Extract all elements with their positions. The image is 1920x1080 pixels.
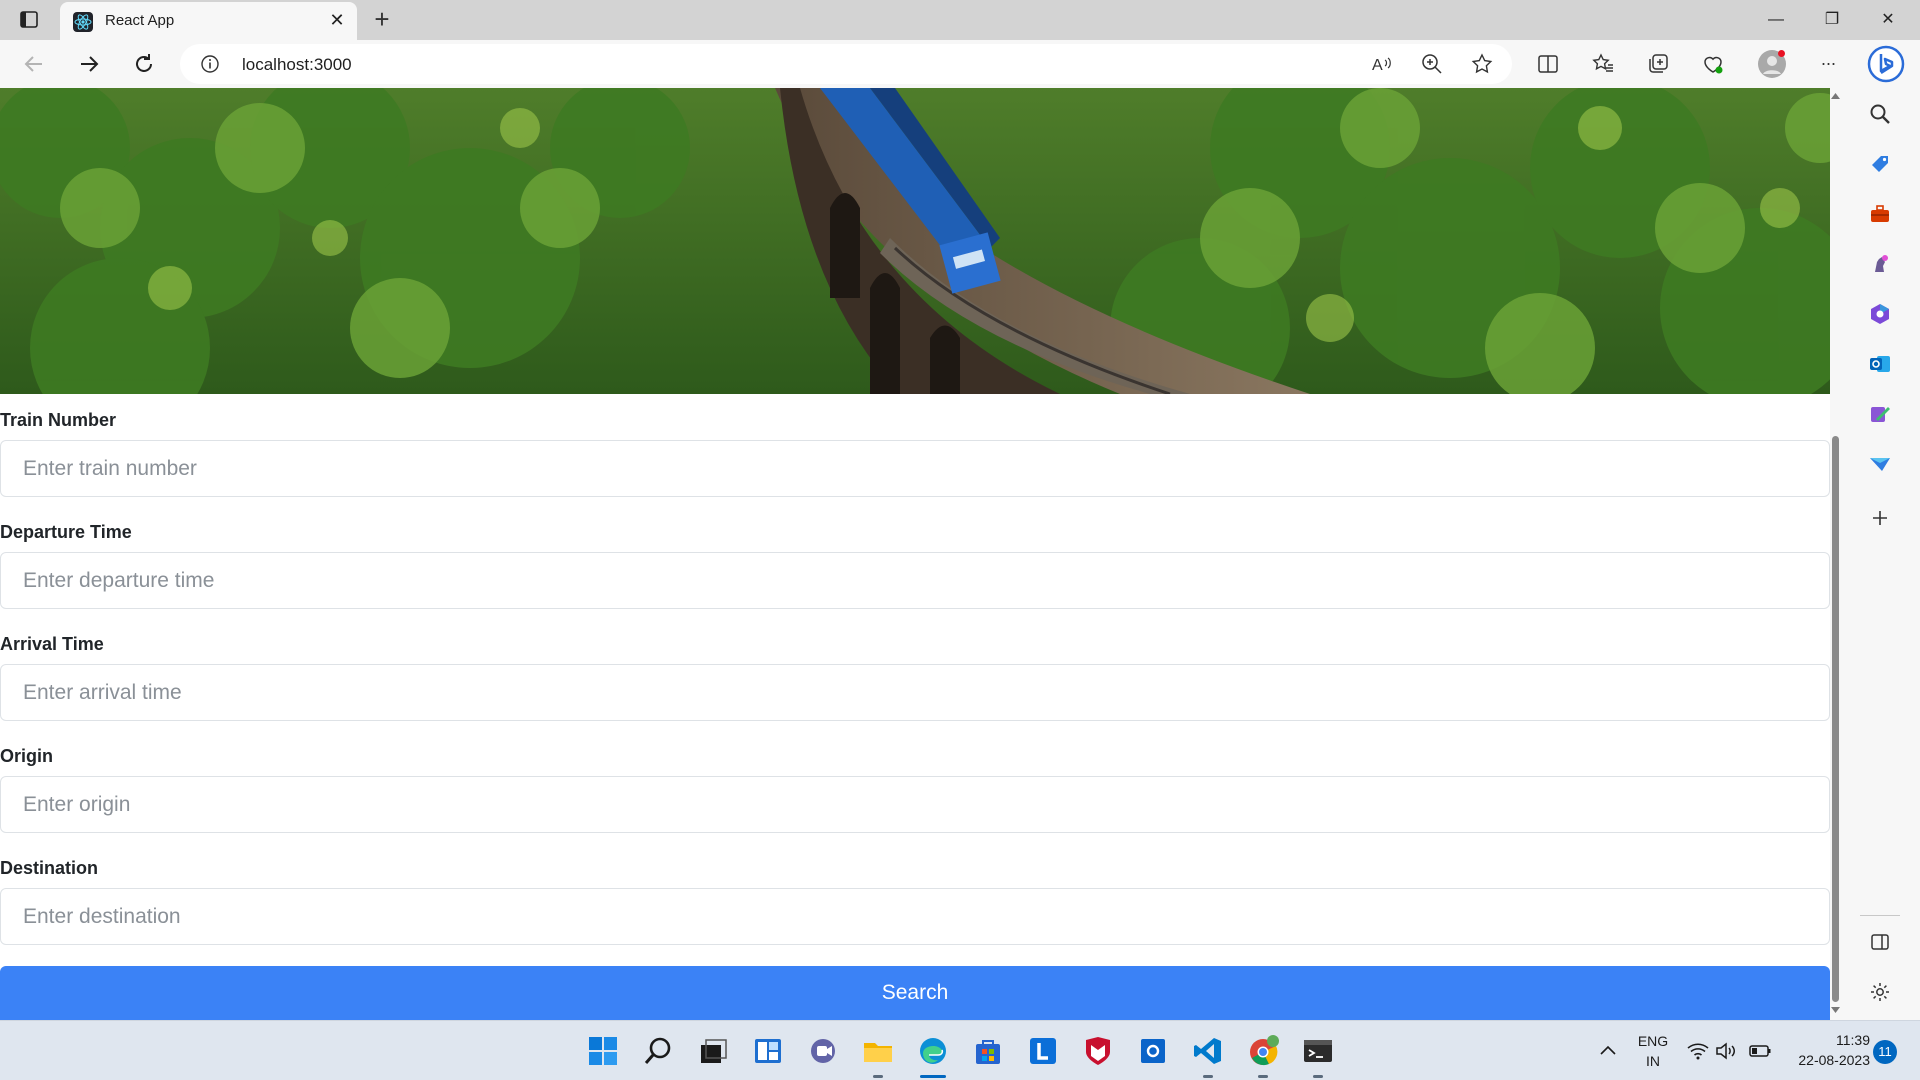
outlook-icon[interactable] bbox=[1868, 352, 1892, 376]
browser-toolbar: localhost:3000 A ··· bbox=[0, 40, 1920, 88]
notification-dot bbox=[1778, 50, 1785, 57]
search-taskbar-icon[interactable] bbox=[642, 1035, 674, 1067]
wifi-icon[interactable] bbox=[1686, 1039, 1710, 1063]
region-indicator[interactable]: IN bbox=[1636, 1053, 1670, 1069]
terminal-icon[interactable] bbox=[1302, 1035, 1334, 1067]
chrome-icon[interactable] bbox=[1247, 1035, 1279, 1067]
arrival-time-label: Arrival Time bbox=[0, 634, 104, 654]
file-explorer-running-indicator bbox=[873, 1075, 883, 1078]
destination-input[interactable] bbox=[0, 888, 1830, 945]
edge-active-indicator bbox=[920, 1075, 946, 1078]
maximize-button[interactable]: ❐ bbox=[1804, 0, 1860, 40]
bing-copilot-icon[interactable] bbox=[1866, 44, 1906, 84]
browser-tab[interactable]: React App ✕ bbox=[60, 2, 357, 40]
url-text[interactable]: localhost:3000 bbox=[242, 55, 352, 75]
language-indicator[interactable]: ENG bbox=[1636, 1033, 1670, 1049]
favorites-icon[interactable] bbox=[1591, 52, 1615, 76]
volume-icon[interactable] bbox=[1714, 1039, 1738, 1063]
designer-icon[interactable] bbox=[1868, 402, 1892, 426]
react-logo-icon bbox=[73, 12, 93, 32]
tab-title: React App bbox=[105, 12, 175, 29]
add-plus-icon[interactable] bbox=[1868, 506, 1892, 530]
split-screen-icon[interactable] bbox=[1536, 52, 1560, 76]
task-view-icon[interactable] bbox=[697, 1035, 729, 1067]
back-icon[interactable] bbox=[18, 48, 50, 80]
vscode-icon[interactable] bbox=[1192, 1035, 1224, 1067]
close-window-button[interactable]: ✕ bbox=[1860, 0, 1916, 40]
scrollbar-thumb[interactable] bbox=[1832, 436, 1839, 1002]
address-bar[interactable]: localhost:3000 A bbox=[180, 44, 1512, 84]
favorite-star-icon[interactable] bbox=[1470, 52, 1494, 76]
edge-sidebar bbox=[1840, 88, 1920, 1020]
file-explorer-icon[interactable] bbox=[862, 1035, 894, 1067]
origin-input[interactable] bbox=[0, 776, 1830, 833]
mcafee-shield-icon[interactable] bbox=[1082, 1035, 1114, 1067]
edge-browser-icon[interactable] bbox=[917, 1035, 949, 1067]
terminal-running-indicator bbox=[1313, 1075, 1323, 1078]
drop-send-icon[interactable] bbox=[1868, 452, 1892, 476]
sidebar-settings-gear-icon[interactable] bbox=[1868, 980, 1892, 1004]
hero-train-image bbox=[0, 88, 1830, 394]
sidebar-divider bbox=[1860, 915, 1900, 916]
refresh-icon[interactable] bbox=[128, 48, 160, 80]
svg-text:A: A bbox=[1372, 57, 1383, 74]
browser-essentials-icon[interactable] bbox=[1701, 52, 1725, 76]
scroll-down-arrow-icon[interactable] bbox=[1831, 1006, 1840, 1014]
minimize-button[interactable]: — bbox=[1748, 0, 1804, 40]
arrival-time-input[interactable] bbox=[0, 664, 1830, 721]
search-button[interactable]: Search bbox=[0, 966, 1830, 1020]
zoom-icon[interactable] bbox=[1420, 52, 1444, 76]
settings-more-icon[interactable]: ··· bbox=[1814, 50, 1842, 78]
title-bar: React App ✕ + — ❐ ✕ bbox=[0, 0, 1920, 40]
battery-icon[interactable] bbox=[1748, 1039, 1772, 1063]
shopping-tag-icon[interactable] bbox=[1868, 152, 1892, 176]
train-number-input[interactable] bbox=[0, 440, 1830, 497]
tools-toolbox-icon[interactable] bbox=[1868, 202, 1892, 226]
forward-icon[interactable] bbox=[73, 48, 105, 80]
new-tab-button[interactable]: + bbox=[368, 6, 396, 34]
close-tab-icon[interactable]: ✕ bbox=[327, 10, 347, 30]
hide-sidebar-icon[interactable] bbox=[1868, 930, 1892, 954]
chrome-running-indicator bbox=[1258, 1075, 1268, 1078]
collections-icon[interactable] bbox=[1646, 52, 1670, 76]
clock-date[interactable]: 22-08-2023 bbox=[1780, 1052, 1870, 1068]
clock-time[interactable]: 11:39 bbox=[1780, 1032, 1870, 1048]
page-scrollbar[interactable] bbox=[1830, 88, 1840, 1020]
departure-time-input[interactable] bbox=[0, 552, 1830, 609]
vscode-running-indicator bbox=[1203, 1075, 1213, 1078]
train-number-label: Train Number bbox=[0, 410, 117, 430]
games-icon[interactable] bbox=[1868, 252, 1892, 276]
notification-count-badge[interactable]: 11 bbox=[1873, 1040, 1897, 1064]
destination-label: Destination bbox=[0, 858, 99, 878]
show-hidden-icons-chevron-icon[interactable] bbox=[1596, 1039, 1620, 1063]
teams-chat-icon[interactable] bbox=[807, 1035, 839, 1067]
windows-taskbar: ENG IN 11:39 22-08-2023 bbox=[0, 1020, 1920, 1080]
l-app-icon[interactable] bbox=[1027, 1035, 1059, 1067]
departure-time-label: Departure Time bbox=[0, 522, 132, 542]
widgets-icon[interactable] bbox=[752, 1035, 784, 1067]
origin-label: Origin bbox=[0, 746, 53, 766]
microsoft-store-icon[interactable] bbox=[972, 1035, 1004, 1067]
read-aloud-icon[interactable]: A bbox=[1370, 52, 1394, 76]
microsoft-365-icon[interactable] bbox=[1868, 302, 1892, 326]
site-info-icon[interactable] bbox=[200, 54, 220, 74]
search-icon[interactable] bbox=[1868, 102, 1892, 126]
scroll-up-arrow-icon[interactable] bbox=[1831, 92, 1840, 100]
tab-actions-icon[interactable] bbox=[18, 9, 42, 31]
outlook-taskbar-icon[interactable] bbox=[1137, 1035, 1169, 1067]
windows-start-icon[interactable] bbox=[587, 1035, 619, 1067]
page-viewport: Train Number Departure Time Arrival Time… bbox=[0, 88, 1830, 1020]
